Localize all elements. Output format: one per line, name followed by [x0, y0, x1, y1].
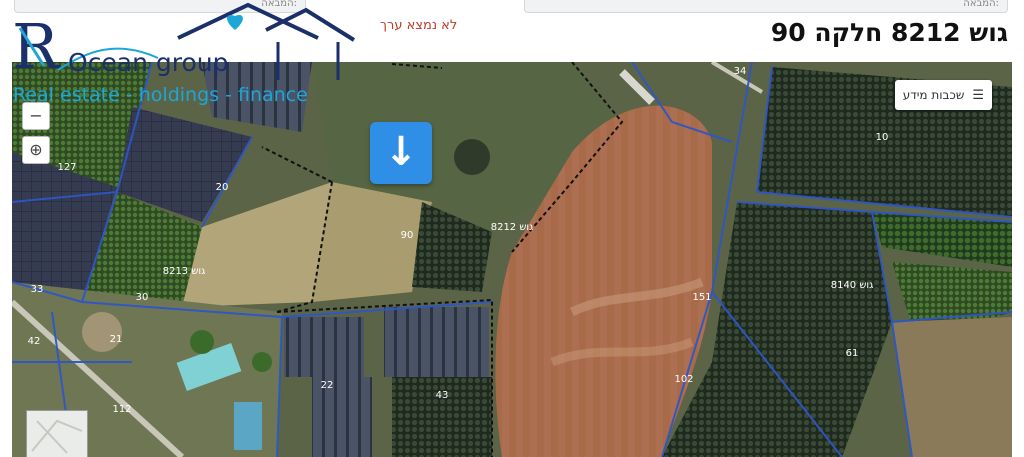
satellite-map[interactable]: גוש 8212 90 גוש 8213 גוש 8140 10 20 127 …	[12, 62, 1012, 457]
not-found-message: לא נמצא ערך	[380, 18, 458, 33]
label-parcel-90: 90	[401, 230, 414, 241]
map-imagery: גוש 8212 90 גוש 8213 גוש 8140 10 20 127 …	[12, 62, 1012, 457]
field-label: המבאה:	[963, 0, 999, 9]
svg-text:R: R	[12, 10, 61, 83]
label-p33: 33	[31, 284, 44, 295]
layers-icon: ☰	[972, 87, 984, 103]
label-p102: 102	[674, 374, 693, 385]
label-p43: 43	[436, 390, 449, 401]
minimap-roads	[31, 419, 83, 454]
magnify-icon[interactable]: ⊕	[22, 136, 50, 164]
label-p151: 151	[692, 292, 711, 303]
down-arrow-icon[interactable]: ↓	[370, 122, 432, 184]
label-p10: 10	[876, 132, 889, 143]
label-p20: 20	[216, 182, 229, 193]
label-block-8213: גוש 8213	[163, 266, 206, 277]
search-field-right[interactable]: המבאה:	[524, 0, 1008, 13]
label-p42: 42	[28, 336, 41, 347]
label-p127: 127	[57, 162, 76, 173]
label-block-8212: גוש 8212	[491, 222, 534, 233]
label-p21: 21	[110, 334, 123, 345]
label-block-8140: גוש 8140	[831, 280, 874, 291]
logo-brand: Ocean group	[68, 48, 229, 77]
label-p22: 22	[321, 380, 334, 391]
label-p30: 30	[136, 292, 149, 303]
page-title: גוש 8212 חלקה 90	[770, 18, 1008, 47]
logo-tagline: Real estate - holdings - finance	[13, 84, 308, 106]
layers-button[interactable]: ☰ שכבות מידע	[894, 80, 992, 110]
ocean-group-logo: R Ocean group Real estate - holdings - f…	[8, 0, 364, 112]
label-p61: 61	[846, 348, 859, 359]
layers-label: שכבות מידע	[902, 88, 965, 102]
minimap[interactable]	[26, 410, 88, 457]
label-p34: 34	[734, 66, 747, 77]
label-p112: 112	[112, 404, 131, 415]
